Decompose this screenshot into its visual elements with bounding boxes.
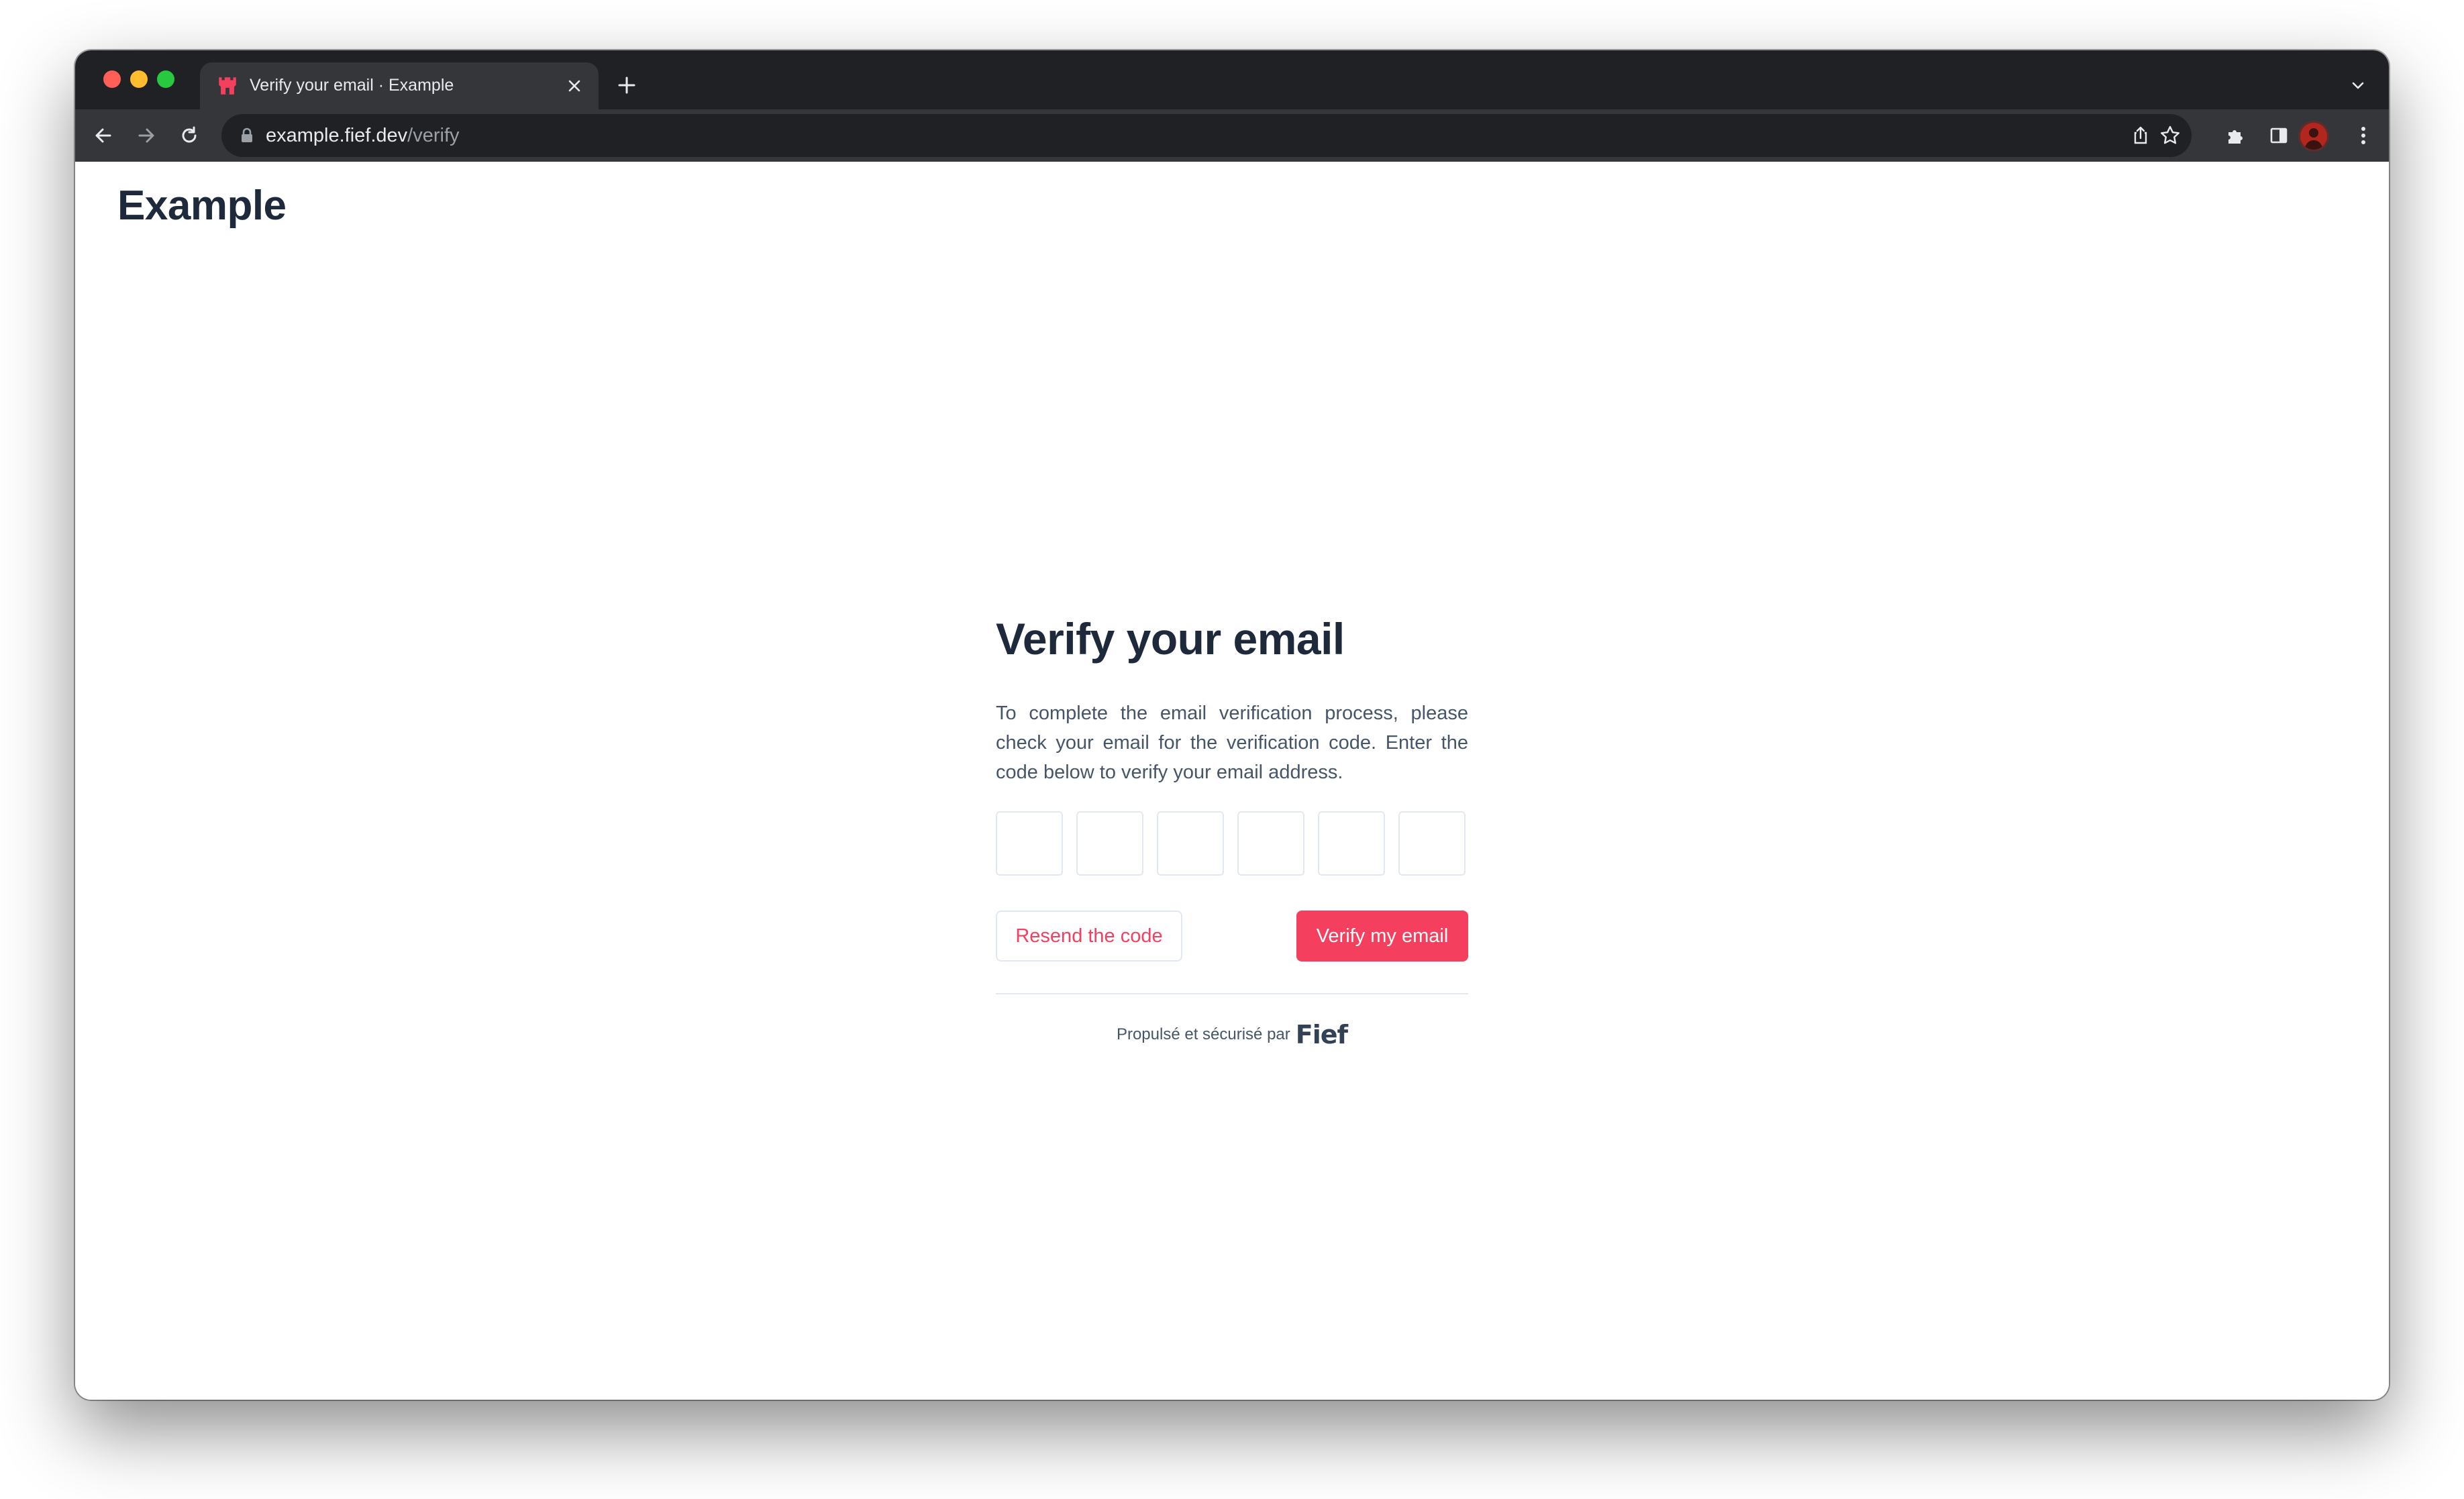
code-digit-4[interactable]: [1237, 811, 1304, 876]
chevron-down-icon[interactable]: [2345, 72, 2371, 99]
back-arrow-icon[interactable]: [87, 119, 119, 152]
code-digit-6[interactable]: [1398, 811, 1466, 876]
url-text: example.fief.dev/verify: [266, 125, 460, 147]
share-icon[interactable]: [2124, 119, 2157, 152]
forward-arrow-icon[interactable]: [130, 119, 162, 152]
side-panel-icon[interactable]: [2263, 119, 2295, 152]
lock-icon: [242, 127, 252, 142]
bookmark-star-icon[interactable]: [2154, 119, 2186, 152]
brand-name: Example: [117, 183, 287, 229]
code-digit-5[interactable]: [1318, 811, 1385, 876]
tab-title: Verify your email · Example: [250, 76, 454, 95]
description-text: To complete the email verification proce…: [996, 703, 1468, 783]
fullscreen-window-button[interactable]: [157, 70, 174, 88]
code-digit-3[interactable]: [1157, 811, 1224, 876]
fief-castle-icon: [219, 77, 236, 95]
kebab-menu-icon[interactable]: [2347, 119, 2379, 152]
fief-logo[interactable]: Fief: [1296, 1022, 1348, 1047]
code-digit-2[interactable]: [1076, 811, 1143, 876]
profile-avatar[interactable]: [2300, 123, 2327, 150]
browser-window: Verify your email · Example example.fief…: [75, 50, 2389, 1400]
close-window-button[interactable]: [103, 70, 121, 88]
tab-strip: Verify your email · Example: [75, 50, 2389, 109]
page-content: Example Verify your email To complete th…: [75, 162, 2389, 1400]
footer-text: Propulsé et sécurisé par: [1116, 1025, 1290, 1043]
page-title: Verify your email: [996, 614, 1345, 664]
code-input-group: [996, 811, 1468, 878]
reload-icon[interactable]: [173, 119, 205, 152]
url-host: example.fief.dev: [266, 125, 408, 146]
code-digit-1[interactable]: [996, 811, 1063, 876]
browser-tab[interactable]: Verify your email · Example: [200, 62, 599, 109]
tab-close-icon[interactable]: [560, 71, 589, 101]
url-path: /verify: [407, 125, 460, 146]
divider: [996, 993, 1468, 994]
footer: Propulsé et sécurisé par Fief: [996, 1022, 1468, 1047]
new-tab-icon[interactable]: [612, 70, 641, 100]
extensions-puzzle-icon[interactable]: [2220, 119, 2252, 152]
browser-toolbar: example.fief.dev/verify: [75, 109, 2389, 162]
resend-code-button[interactable]: Resend the code: [996, 911, 1182, 962]
address-bar[interactable]: example.fief.dev/verify: [221, 114, 2192, 157]
minimize-window-button[interactable]: [130, 70, 148, 88]
verify-email-button[interactable]: Verify my email: [1296, 911, 1468, 962]
